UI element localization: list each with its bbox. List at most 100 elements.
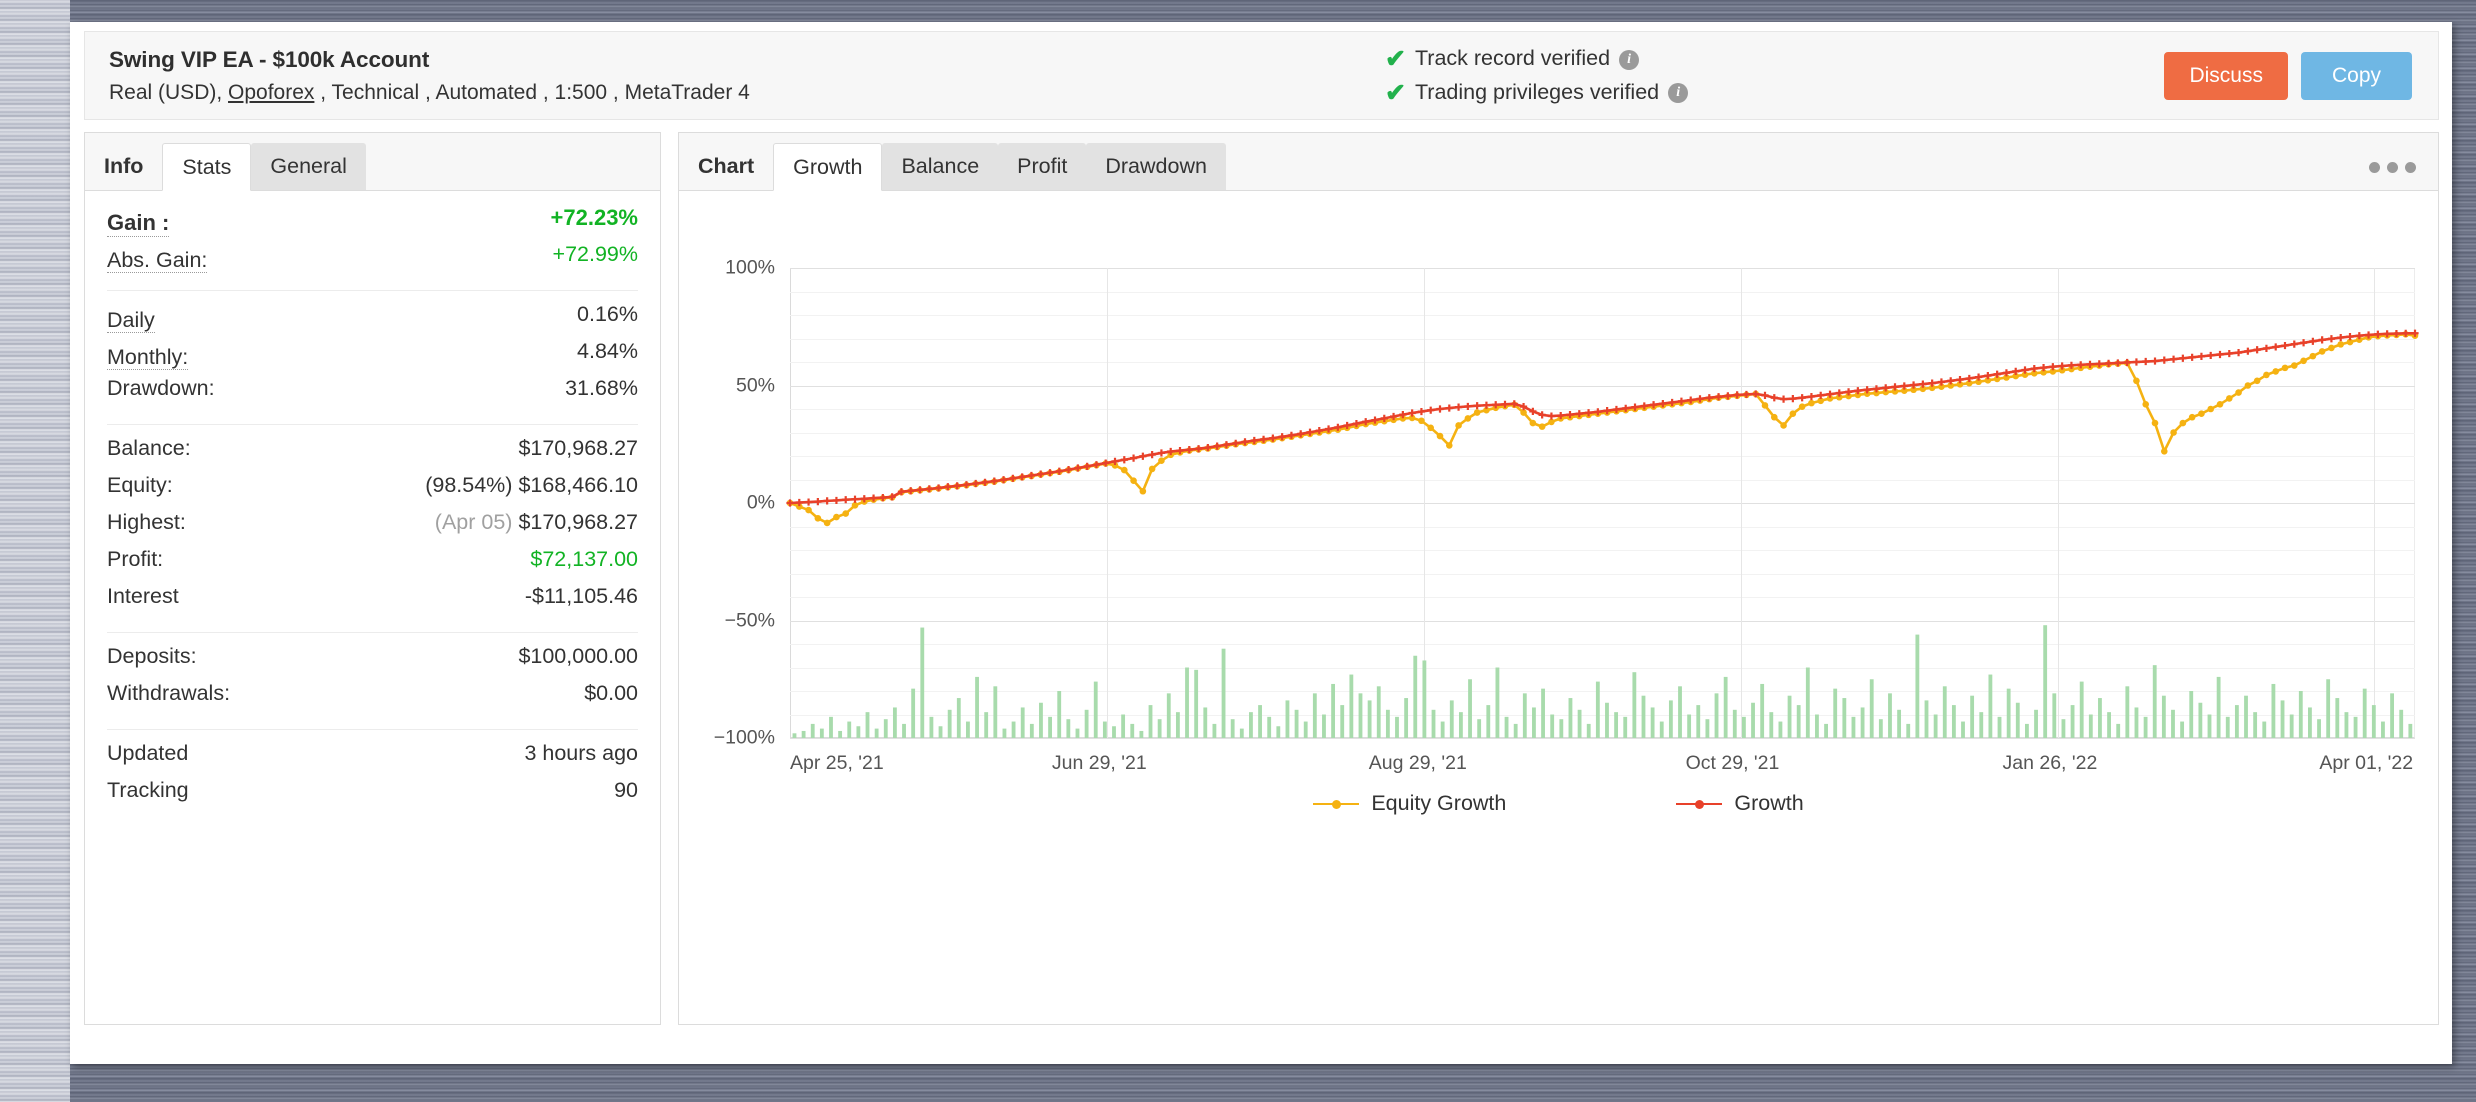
volume-bar	[1869, 679, 1874, 738]
volume-bar	[1367, 700, 1372, 738]
stats-group: Updated 3 hours ago Tracking 90	[107, 729, 638, 826]
volume-bar	[1942, 686, 1947, 738]
data-point-marker	[786, 499, 794, 507]
data-point-marker	[1798, 394, 1806, 402]
tab-drawdown[interactable]: Drawdown	[1086, 143, 1226, 190]
stat-row: Drawdown: 31.68%	[107, 376, 638, 413]
volume-bar	[1769, 712, 1774, 738]
data-point-marker	[833, 513, 840, 521]
data-point-marker	[2142, 401, 2150, 408]
data-point-marker	[2253, 377, 2261, 385]
stat-label: Tracking	[107, 778, 189, 802]
data-point-marker	[1900, 382, 1908, 390]
volume-bar	[2189, 691, 2194, 738]
stat-value-prefix: (Apr 05)	[434, 510, 519, 534]
volume-bar	[1897, 709, 1902, 738]
volume-bar	[1130, 723, 1135, 738]
volume-bar	[819, 728, 824, 738]
data-point-marker	[1538, 423, 1546, 430]
volume-bar	[1824, 723, 1828, 738]
data-point-marker	[2039, 364, 2048, 372]
volume-bar	[856, 726, 861, 738]
broker-link[interactable]: Opoforex	[228, 81, 314, 104]
legend-swatch	[1676, 797, 1723, 811]
volume-bar	[1011, 721, 1016, 738]
stats-panel: Info Stats General Gain : +72.23% Abs. Gain:…	[84, 132, 661, 1025]
volume-bar	[1568, 698, 1573, 738]
stat-label[interactable]: Daily	[107, 308, 155, 334]
volume-bar	[1185, 667, 1189, 738]
volume-bar	[829, 716, 833, 738]
volume-bar	[2225, 716, 2230, 738]
volume-bar	[1659, 721, 1664, 738]
y-axis-tick-label: 0%	[746, 491, 775, 514]
volume-bar	[1778, 721, 1783, 738]
data-point-marker	[1427, 424, 1435, 432]
data-point-marker	[2281, 341, 2289, 350]
stat-label[interactable]: Monthly:	[107, 345, 189, 371]
ellipsis-icon[interactable]	[2369, 162, 2416, 173]
volume-bar	[1002, 728, 1007, 738]
volume-bar	[1705, 719, 1710, 738]
data-point-marker	[1158, 457, 1165, 464]
legend-item[interactable]: Equity Growth	[1313, 791, 1506, 816]
tab-growth[interactable]: Growth	[773, 143, 883, 191]
volume-bar	[1513, 723, 1518, 738]
stat-label[interactable]: Gain :	[107, 210, 170, 237]
volume-bar	[1440, 721, 1445, 738]
data-point-marker	[2263, 371, 2270, 379]
stat-label: Withdrawals:	[107, 681, 231, 705]
stat-row: Updated 3 hours ago	[107, 741, 638, 778]
tab-general[interactable]: General	[251, 143, 366, 190]
data-point-marker	[2179, 419, 2187, 427]
volume-bar	[2390, 693, 2394, 738]
volume-bar	[1623, 716, 1628, 738]
tab-chart: Chart	[679, 143, 774, 190]
info-icon[interactable]: i	[1619, 49, 1640, 70]
volume-bar	[1303, 721, 1308, 738]
volume-bar	[1723, 676, 1728, 738]
stat-value: -$11,105.46	[524, 584, 638, 608]
stat-label: Interest	[107, 584, 179, 608]
stat-label[interactable]: Abs. Gain:	[107, 248, 208, 274]
volume-bar	[2371, 705, 2376, 738]
data-point-marker	[1418, 417, 1425, 425]
stat-value: +72.99%	[552, 242, 638, 266]
volume-bar	[1413, 655, 1418, 738]
data-point-marker	[1807, 392, 1816, 401]
volume-bar	[2353, 716, 2358, 738]
volume-bar	[2362, 688, 2367, 738]
volume-bar	[2134, 707, 2139, 738]
data-point-marker	[2234, 349, 2243, 357]
volume-bar	[1404, 698, 1409, 738]
plot-area: Apr 25, '21 Jun 29, '21 Aug 29, '21 Oct 29,…	[714, 257, 2419, 774]
data-point-marker	[2346, 333, 2354, 341]
volume-bar	[1988, 674, 1993, 738]
stat-value: (98.54%) $168,466.10	[425, 473, 638, 497]
volume-bar	[2180, 721, 2185, 738]
volume-bar	[1349, 674, 1354, 738]
stats-group: Daily 0.16% Monthly: 4.84% Drawdown: 31.68%	[107, 290, 638, 424]
volume-bar	[1468, 679, 1472, 738]
copy-button[interactable]: Copy	[2300, 51, 2412, 100]
volume-bar	[2408, 723, 2413, 738]
volume-bar	[2107, 712, 2111, 738]
data-point-marker	[1129, 454, 1138, 462]
series-line	[789, 332, 2416, 525]
data-point-marker	[2272, 368, 2280, 375]
tab-balance[interactable]: Balance	[882, 143, 999, 190]
tab-stats[interactable]: Stats	[162, 143, 252, 191]
data-point-marker	[2188, 353, 2196, 361]
legend-item[interactable]: Growth	[1676, 791, 1804, 816]
data-point-marker	[2225, 349, 2233, 358]
tab-profit[interactable]: Profit	[998, 143, 1087, 190]
x-axis-tick-label: Aug 29, '21	[1368, 752, 1467, 774]
stat-value: $100,000.00	[518, 644, 638, 668]
x-axis-tick-label: Jun 29, '21	[1051, 752, 1147, 774]
info-icon[interactable]: i	[1668, 83, 1689, 104]
data-point-marker	[842, 510, 850, 517]
volume-bar	[1732, 709, 1737, 738]
volume-bar	[2043, 625, 2048, 738]
discuss-button[interactable]: Discuss	[2164, 51, 2288, 100]
volume-bar	[1285, 700, 1290, 738]
